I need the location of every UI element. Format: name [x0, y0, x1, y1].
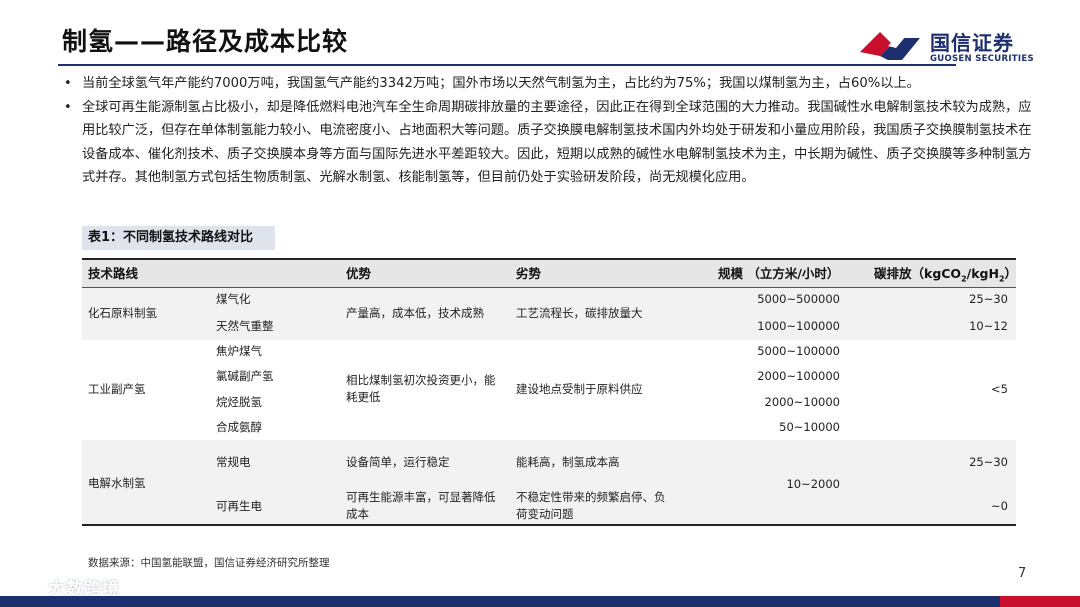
table-header: 技术路线 优势 劣势 规模 （立方米/小时） 碳排放（kgCO2/kgH2）	[82, 258, 1018, 288]
disadvantage-cell: 能耗高，制氢成本高	[516, 455, 620, 469]
header-emission: 碳排放（kgCO2/kgH2）	[874, 266, 1018, 284]
sub-route: 煤气化	[216, 292, 251, 306]
company-logo: 国信证券 GUOSEN SECURITIES	[858, 26, 1058, 68]
summary-bullets: 当前全球氢气年产能约7000万吨，我国氢气产能约3342万吨；国外市场以天然气制…	[64, 72, 1044, 190]
table-row-byproduct: 工业副产氢 焦炉煤气 氯碱副产氢 烷烃脱氢 合成氨醇 相比煤制氢初次投资更小，能…	[82, 340, 1016, 440]
advantage-cell: 设备简单，运行稳定	[346, 455, 450, 469]
header-advantage: 优势	[346, 266, 372, 281]
page-title: 制氢——路径及成本比较	[62, 27, 349, 56]
disadvantage-cell: 建设地点受制于原料供应	[516, 382, 643, 396]
data-source-note: 数据来源：中国氢能联盟，国信证券经济研究所整理	[88, 557, 330, 569]
scale-cell: 1000~100000	[757, 319, 840, 333]
bullet-item: 当前全球氢气年产能约7000万吨，我国氢气产能约3342万吨；国外市场以天然气制…	[64, 72, 1044, 96]
watermark-logo-icon	[10, 576, 43, 592]
scale-cell: 10~2000	[786, 477, 840, 491]
footer-accent	[1000, 596, 1080, 607]
advantage-cell: 相比煤制氢初次投资更小，能耗更低	[346, 373, 496, 404]
sub-route: 可再生电	[216, 499, 262, 513]
page-number: 7	[1018, 566, 1027, 581]
footer-bar	[0, 596, 1080, 607]
table-row-fossil: 化石原料制氢 煤气化 天然气重整 产量高，成本低，技术成熟 工艺流程长，碳排放量…	[82, 288, 1016, 340]
logo-chinese-name: 国信证券	[930, 31, 1014, 55]
sub-route: 合成氨醇	[216, 420, 262, 434]
sub-route: 常规电	[216, 455, 251, 469]
title-divider	[58, 64, 956, 66]
emission-cell: ~0	[991, 499, 1008, 513]
route-name: 化石原料制氢	[88, 306, 157, 320]
disadvantage-cell: 工艺流程长，碳排放量大	[516, 306, 643, 320]
emission-cell: 25~30	[969, 292, 1008, 306]
header-route: 技术路线	[88, 266, 139, 281]
scale-cell: 2000~10000	[764, 395, 841, 409]
logo-english-name: GUOSEN SECURITIES	[930, 54, 1034, 64]
sub-route: 氯碱副产氢	[216, 369, 274, 383]
disadvantage-cell: 不稳定性带来的频繁启停、负荷变动问题	[516, 490, 666, 521]
emission-cell: 10~12	[969, 319, 1008, 333]
sub-route: 焦炉煤气	[216, 344, 262, 358]
advantage-cell: 可再生能源丰富，可显著降低成本	[346, 490, 496, 521]
header-scale: 规模 （立方米/小时）	[718, 266, 840, 281]
sub-route: 烷烃脱氢	[216, 395, 262, 409]
scale-cell: 2000~100000	[757, 369, 840, 383]
scale-cell: 5000~100000	[757, 344, 840, 358]
bullet-item: 全球可再生能源制氢占比极小，却是降低燃料电池汽车全生命周期碳排放量的主要途径，因…	[64, 96, 1044, 190]
route-name: 工业副产氢	[88, 382, 146, 396]
emission-cell: <5	[991, 382, 1008, 396]
table-row-electrolysis: 电解水制氢 常规电 可再生电 设备简单，运行稳定 可再生能源丰富，可显著降低成本…	[82, 440, 1016, 526]
route-name: 电解水制氢	[88, 476, 146, 490]
emission-cell: 25~30	[969, 455, 1008, 469]
scale-cell: 50~10000	[779, 420, 840, 434]
advantage-cell: 产量高，成本低，技术成熟	[346, 306, 484, 320]
guosen-logo-icon	[860, 32, 920, 60]
table-caption: 表1：不同制氢技术路线对比	[82, 226, 275, 250]
scale-cell: 5000~500000	[757, 292, 840, 306]
sub-route: 天然气重整	[216, 319, 274, 333]
header-disadvantage: 劣势	[516, 266, 542, 281]
